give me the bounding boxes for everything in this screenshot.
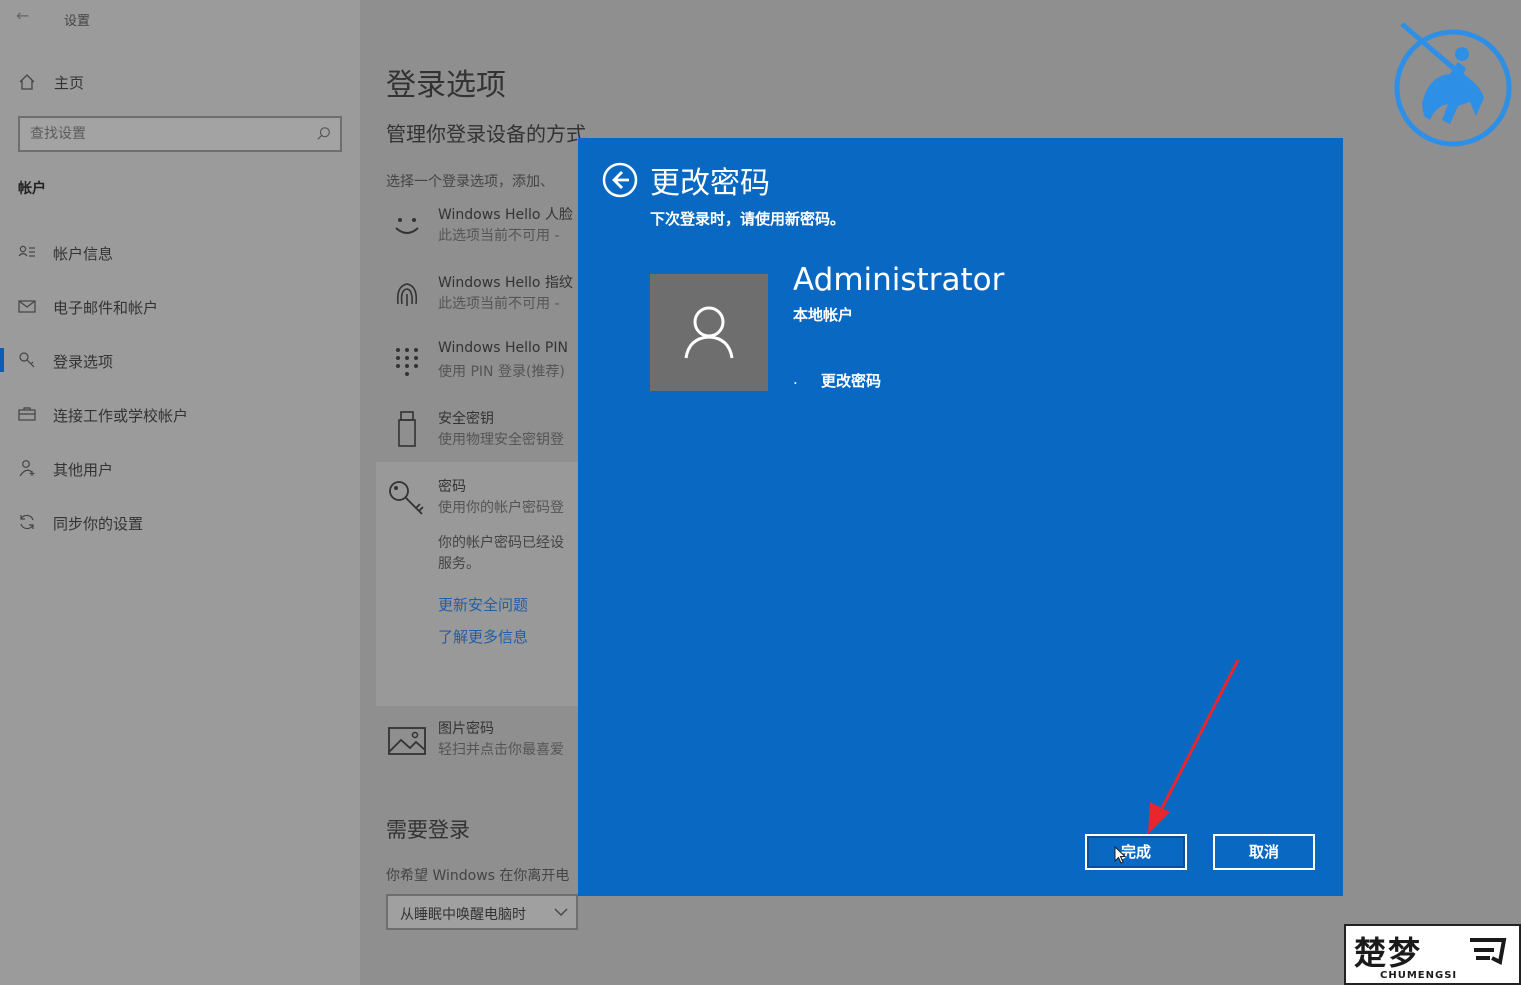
person-list-icon [18, 243, 36, 261]
option-desc: 使用物理安全密钥登 [438, 432, 564, 448]
option-desc: 此选项当前不可用 - [438, 228, 560, 244]
option-desc: 轻扫并点击你最喜爱 [438, 742, 564, 758]
usb-key-icon [398, 411, 416, 447]
knight-logo-icon [1394, 22, 1512, 147]
key-icon [18, 351, 36, 369]
dropdown-value: 从睡眠中唤醒电脑时 [400, 907, 526, 923]
sidebar-item-label: 登录选项 [53, 353, 114, 371]
sidebar-item-label: 其他用户 [53, 461, 114, 479]
finish-button[interactable]: 完成 [1085, 834, 1187, 870]
brand-name-en: CHUMENGSI [1380, 970, 1458, 981]
require-login-dropdown[interactable]: 从睡眠中唤醒电脑时 [386, 894, 578, 930]
sidebar-item-label: 帐户信息 [53, 245, 114, 263]
require-login-description: 你希望 Windows 在你离开电 [386, 868, 570, 884]
sidebar-item-label: 连接工作或学校帐户 [53, 407, 189, 425]
chevron-down-icon [554, 908, 568, 916]
home-icon [19, 74, 35, 90]
dialog-subtitle: 下次登录时，请使用新密码。 [650, 210, 846, 228]
sidebar-item-sign-in-options[interactable]: 登录选项 [0, 345, 360, 375]
user-icon [684, 306, 734, 359]
option-title: 密码 [438, 479, 466, 495]
option-title: Windows Hello PIN [438, 340, 568, 356]
brand-watermark: 楚梦 CHUMENGSI [1344, 924, 1521, 985]
dialog-title: 更改密码 [650, 166, 770, 201]
settings-sidebar: ← 设置 主页 帐户 帐户信息 电子邮件和帐户 登录选项 [0, 0, 360, 985]
sidebar-item-label: 主页 [54, 73, 85, 92]
account-type: 本地帐户 [793, 306, 854, 324]
face-icon [395, 218, 419, 234]
avatar [650, 274, 768, 391]
app-title: 设置 [64, 14, 91, 29]
sidebar-item-label: 电子邮件和帐户 [53, 299, 159, 317]
picture-icon [388, 727, 426, 755]
pin-keypad-icon [396, 348, 418, 376]
page-subtitle: 管理你登录设备的方式 [386, 122, 586, 146]
back-circle-icon[interactable] [602, 162, 638, 198]
user-name: Administrator [793, 262, 1005, 298]
mail-icon [18, 297, 36, 315]
require-login-title: 需要登录 [386, 818, 470, 842]
sidebar-item-label: 同步你的设置 [53, 515, 144, 533]
option-title: Windows Hello 指纹 [438, 275, 573, 291]
option-desc: 使用你的帐户密码登 [438, 500, 564, 516]
brand-name-cn: 楚梦 [1354, 934, 1423, 972]
active-indicator [0, 348, 4, 372]
page-description: 选择一个登录选项，添加、 [386, 174, 554, 190]
fingerprint-icon [396, 283, 418, 306]
search-box[interactable] [18, 116, 342, 152]
search-icon[interactable] [316, 126, 332, 142]
option-desc: 使用 PIN 登录(推荐) [438, 364, 565, 380]
page-title: 登录选项 [386, 68, 506, 103]
cancel-button[interactable]: 取消 [1213, 834, 1315, 870]
bullet: . [793, 370, 798, 388]
briefcase-icon [18, 405, 36, 423]
update-security-questions-link[interactable]: 更新安全问题 [438, 594, 528, 615]
change-password-dialog: 更改密码 下次登录时，请使用新密码。 Administrator 本地帐户 . … [578, 138, 1343, 896]
password-note: 服务。 [438, 556, 480, 572]
change-password-item: 更改密码 [821, 372, 882, 390]
sidebar-item-account-info[interactable]: 帐户信息 [0, 237, 360, 267]
password-note: 你的帐户密码已经设 [438, 535, 564, 551]
sidebar-item-other-users[interactable]: 其他用户 [0, 453, 360, 483]
person-add-icon [18, 459, 36, 477]
section-label: 帐户 [18, 181, 46, 197]
option-desc: 此选项当前不可用 - [438, 296, 560, 312]
brand-glyph-icon [1470, 938, 1507, 965]
search-input[interactable] [30, 124, 300, 144]
title-bar: ← 设置 [0, 0, 360, 36]
sidebar-item-work-school[interactable]: 连接工作或学校帐户 [0, 399, 360, 429]
sidebar-item-email[interactable]: 电子邮件和帐户 [0, 291, 360, 321]
sidebar-item-sync[interactable]: 同步你的设置 [0, 507, 360, 537]
option-title: 安全密钥 [438, 411, 494, 427]
sidebar-item-home[interactable]: 主页 [18, 70, 84, 94]
key-icon [389, 481, 424, 515]
option-title: Windows Hello 人脸 [438, 207, 573, 223]
learn-more-link[interactable]: 了解更多信息 [438, 626, 528, 647]
arrow-left-icon[interactable]: ← [16, 6, 29, 25]
mouse-cursor-icon [1114, 846, 1126, 864]
password-panel[interactable]: 密码 使用你的帐户密码登 你的帐户密码已经设 服务。 更新安全问题 了解更多信息 [376, 462, 596, 706]
sync-icon [18, 513, 36, 531]
option-title: 图片密码 [438, 721, 494, 737]
